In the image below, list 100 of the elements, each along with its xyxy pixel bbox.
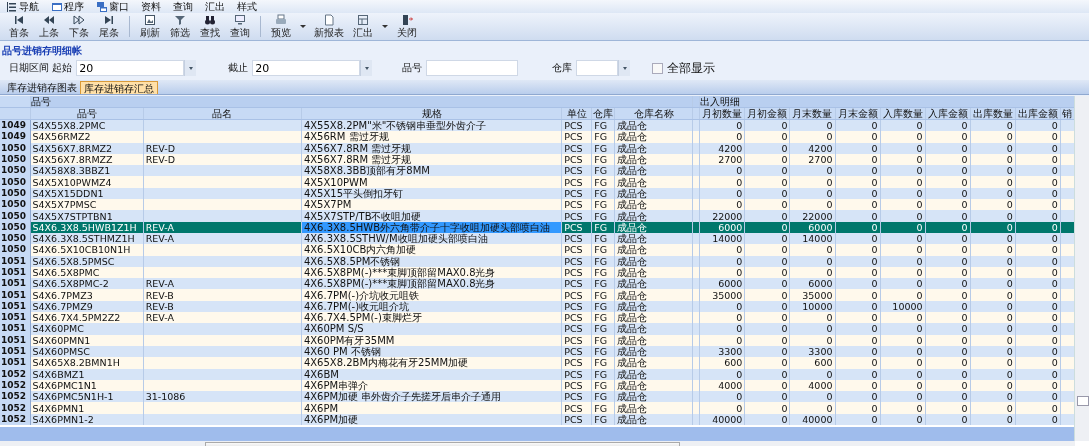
menu-item[interactable]: 资料: [139, 0, 163, 14]
table-cell: 成品仓: [614, 357, 693, 369]
table-cell: FG: [591, 357, 615, 369]
menu-item[interactable]: 导航: [4, 0, 41, 14]
table-cell: 4X6.5X8.5PM不锈钢: [301, 255, 562, 267]
menu-item[interactable]: 窗口: [94, 0, 131, 14]
binoculars-icon: [204, 13, 216, 26]
table-cell: 0: [925, 210, 971, 222]
warehouse-field[interactable]: [576, 60, 619, 76]
table-cell: 4X6BM: [301, 368, 562, 380]
dropdown-caret-icon[interactable]: [382, 25, 388, 28]
table-cell: REV-B: [145, 300, 174, 312]
next-icon: [73, 13, 85, 26]
table-cell: REV-D: [145, 154, 175, 166]
table-cell: 0: [925, 165, 971, 177]
table-cell: PCS: [561, 255, 592, 267]
toolbar-button[interactable]: 查找: [195, 13, 225, 40]
table-cell: 4X56X7.8RM 需过牙规: [301, 142, 562, 154]
table-cell: 0: [925, 255, 971, 267]
table-cell: 0: [970, 165, 1016, 177]
table-cell: 0: [880, 323, 926, 335]
table-cell: PCS: [561, 334, 592, 346]
toolbar-button[interactable]: 预览: [266, 13, 296, 40]
table-cell: PCS: [561, 210, 592, 222]
tree-icon: [6, 0, 18, 13]
table-cell: FG: [591, 142, 615, 154]
table-cell: 0: [699, 199, 745, 211]
table-cell: 0: [880, 131, 926, 143]
table-cell: FG: [591, 334, 615, 346]
table-cell: S4X6.5X10CB10N1H: [30, 244, 144, 256]
item-code-field[interactable]: [426, 60, 519, 76]
vertical-scrollbar[interactable]: [1074, 96, 1089, 441]
table-cell: 成品仓: [614, 244, 693, 256]
table-cell: 成品仓: [614, 255, 693, 267]
table-cell: 成品仓: [614, 402, 693, 414]
table-cell: 0: [970, 391, 1016, 403]
toolbar-button[interactable]: 筛选: [165, 13, 195, 40]
menu-item[interactable]: 查询: [171, 0, 195, 14]
table-cell: 0: [1015, 334, 1061, 346]
table-cell: 0: [744, 357, 790, 369]
toolbar-button[interactable]: 下条: [64, 13, 94, 40]
dropdown-button[interactable]: [360, 60, 373, 76]
toolbar-button[interactable]: 关闭: [392, 13, 422, 40]
table-cell: 0: [835, 323, 881, 335]
document-icon: [323, 13, 335, 26]
table-cell: FG: [591, 176, 615, 188]
toolbar-button[interactable]: 汇出: [348, 13, 378, 40]
toolbar-button[interactable]: 尾条: [94, 13, 124, 40]
dropdown-button[interactable]: [184, 60, 197, 76]
table-cell: 0: [835, 289, 881, 301]
table-cell: 0: [1015, 402, 1061, 414]
table-cell: REV-A: [145, 233, 174, 245]
table-cell: 6000: [789, 221, 835, 233]
table-cell: 0: [699, 334, 745, 346]
tab[interactable]: 库存进销存图表: [4, 81, 80, 94]
table-cell: 0: [789, 391, 835, 403]
table-cell: 0: [970, 278, 1016, 290]
dropdown-button[interactable]: [618, 60, 631, 76]
table-cell: 0: [1015, 255, 1061, 267]
toolbar-button[interactable]: 新报表: [310, 13, 348, 40]
table-cell: 4X6PM: [301, 402, 562, 414]
table-cell: 0: [699, 176, 745, 188]
form-title: 品号进销存明细帐: [1, 44, 83, 58]
table-cell: 0: [699, 244, 745, 256]
table-cell: FG: [591, 244, 615, 256]
table-cell: 0: [925, 278, 971, 290]
table-cell: 0: [970, 176, 1016, 188]
table-cell: 0: [880, 142, 926, 154]
menu-item[interactable]: 样式: [235, 0, 259, 14]
table-cell: 0: [789, 334, 835, 346]
table-cell: 0: [925, 357, 971, 369]
table-cell: 4X65X8.2BM内梅花有牙25MM加硬: [301, 357, 562, 369]
table-cell: S4X60PMC: [30, 323, 144, 335]
table-cell: S4X56RMZ2: [30, 131, 144, 143]
toolbar-button[interactable]: 上条: [34, 13, 64, 40]
table-cell: 4X5X7STP/TB不收咀加硬: [301, 210, 562, 222]
toolbar-button[interactable]: 首条: [4, 13, 34, 40]
row-number: 1051: [0, 334, 31, 346]
table-cell: 0: [970, 244, 1016, 256]
table-cell: 4X6.5X10CB内六角加硬: [301, 244, 562, 256]
table-cell: PCS: [561, 131, 592, 143]
table-cell: 0: [880, 334, 926, 346]
menu-item[interactable]: 汇出: [203, 0, 227, 14]
end-date-field[interactable]: 20: [252, 60, 361, 76]
dropdown-caret-icon[interactable]: [300, 25, 306, 28]
table-cell: 4X6.7PM(-)介坑收元咀铁: [301, 289, 562, 301]
start-date-field[interactable]: 20: [76, 60, 185, 76]
table-cell: 0: [789, 255, 835, 267]
menu-item[interactable]: 程序: [49, 0, 86, 14]
table-cell: REV-A: [145, 278, 174, 290]
table-cell: 成品仓: [614, 142, 693, 154]
table-cell: PCS: [561, 402, 592, 414]
table-cell: 0: [835, 244, 881, 256]
show-all-checkbox[interactable]: [652, 62, 664, 74]
table-cell: 0: [835, 402, 881, 414]
tab[interactable]: 库存进销存汇总: [80, 81, 158, 94]
table-cell: 0: [744, 165, 790, 177]
toolbar-button[interactable]: 查询: [225, 13, 255, 40]
table-cell: 成品仓: [614, 176, 693, 188]
toolbar-button[interactable]: 刷新: [135, 13, 165, 40]
